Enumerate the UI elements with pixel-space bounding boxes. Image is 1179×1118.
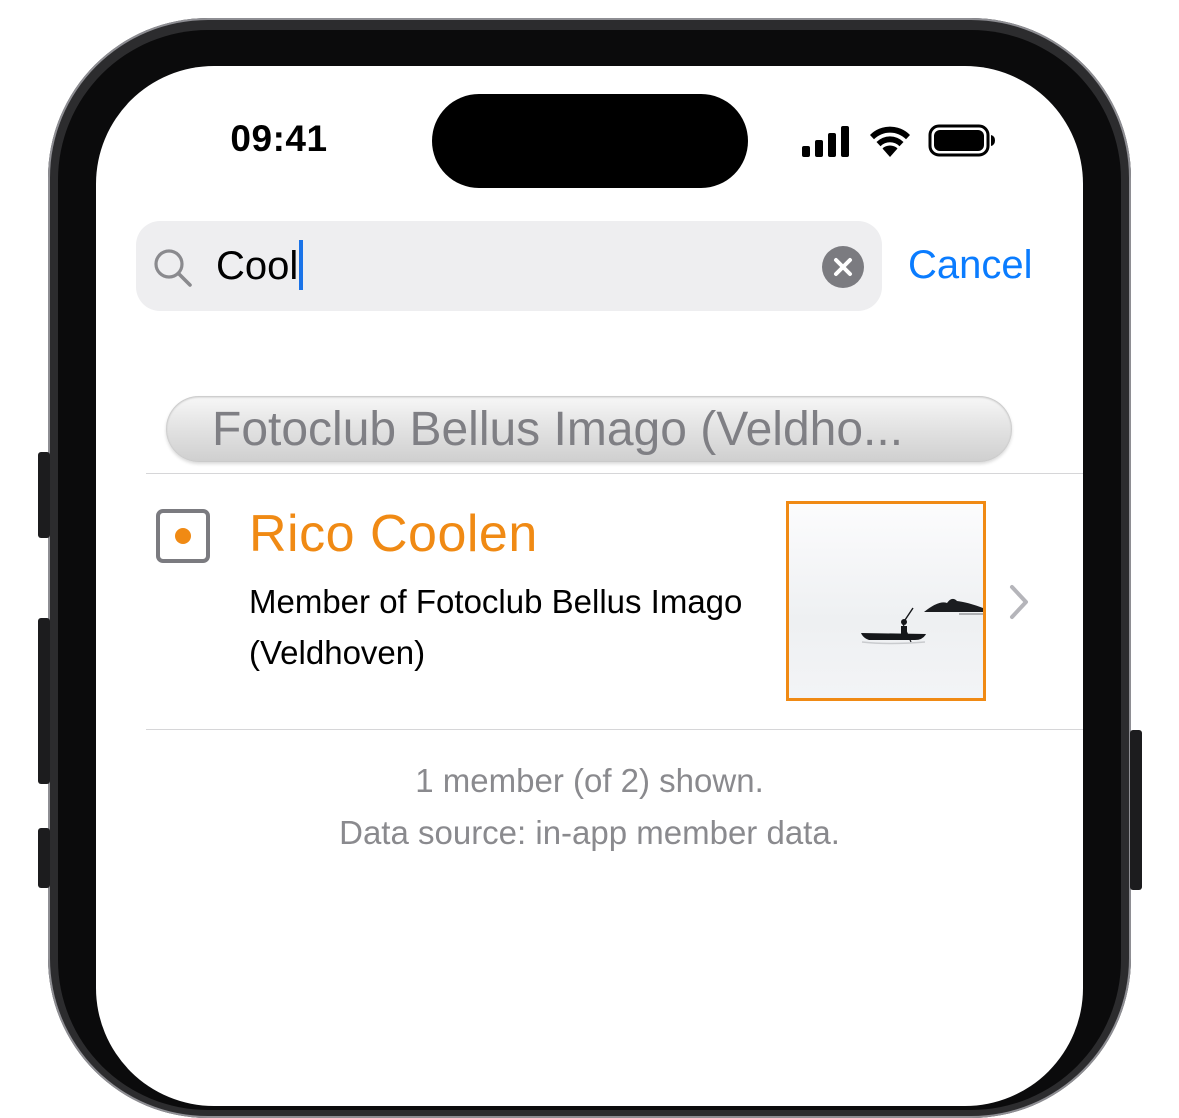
volume-up-button: [38, 618, 50, 784]
section-title: Fotoclub Bellus Imago (Veldho...: [212, 403, 904, 456]
screen: 09:41 Cool Cancel Fotoclub Bellus Imago …: [96, 66, 1083, 1106]
section-divider: [146, 473, 1083, 474]
data-source-text: Data source: in-app member data.: [339, 814, 840, 851]
clear-search-button[interactable]: [822, 246, 864, 288]
status-time: 09:41: [230, 118, 328, 159]
member-row[interactable]: Rico Coolen Member of Fotoclub Bellus Im…: [146, 476, 1083, 730]
search-input[interactable]: Cool: [216, 240, 304, 293]
search-icon: [154, 249, 192, 287]
search-input-value: Cool: [216, 244, 299, 288]
member-count-text: 1 member (of 2) shown.: [415, 762, 764, 799]
cellular-signal-icon: [802, 126, 849, 157]
section-header: Fotoclub Bellus Imago (Veldho...: [166, 396, 1012, 462]
power-button: [1130, 730, 1142, 890]
text-caret: [299, 240, 304, 291]
photo-thumbnail[interactable]: [786, 501, 986, 701]
member-name: Rico Coolen: [249, 505, 538, 563]
boat-photo: [861, 598, 983, 645]
wifi-icon: [870, 126, 910, 157]
action-button: [38, 452, 50, 538]
clear-x-icon: [834, 258, 852, 276]
member-description: Member of Fotoclub Bellus Imago (Veldhov…: [249, 583, 743, 671]
dynamic-island: [432, 94, 748, 188]
member-select-checkbox[interactable]: [156, 509, 210, 563]
partial-selection-dot: [175, 528, 191, 544]
volume-down-button: [38, 828, 50, 888]
search-field[interactable]: Cool: [136, 221, 882, 311]
cancel-button[interactable]: Cancel: [908, 240, 1033, 290]
battery-icon: [928, 124, 995, 157]
chevron-right-icon: [1010, 585, 1028, 619]
row-divider: [146, 729, 1083, 730]
